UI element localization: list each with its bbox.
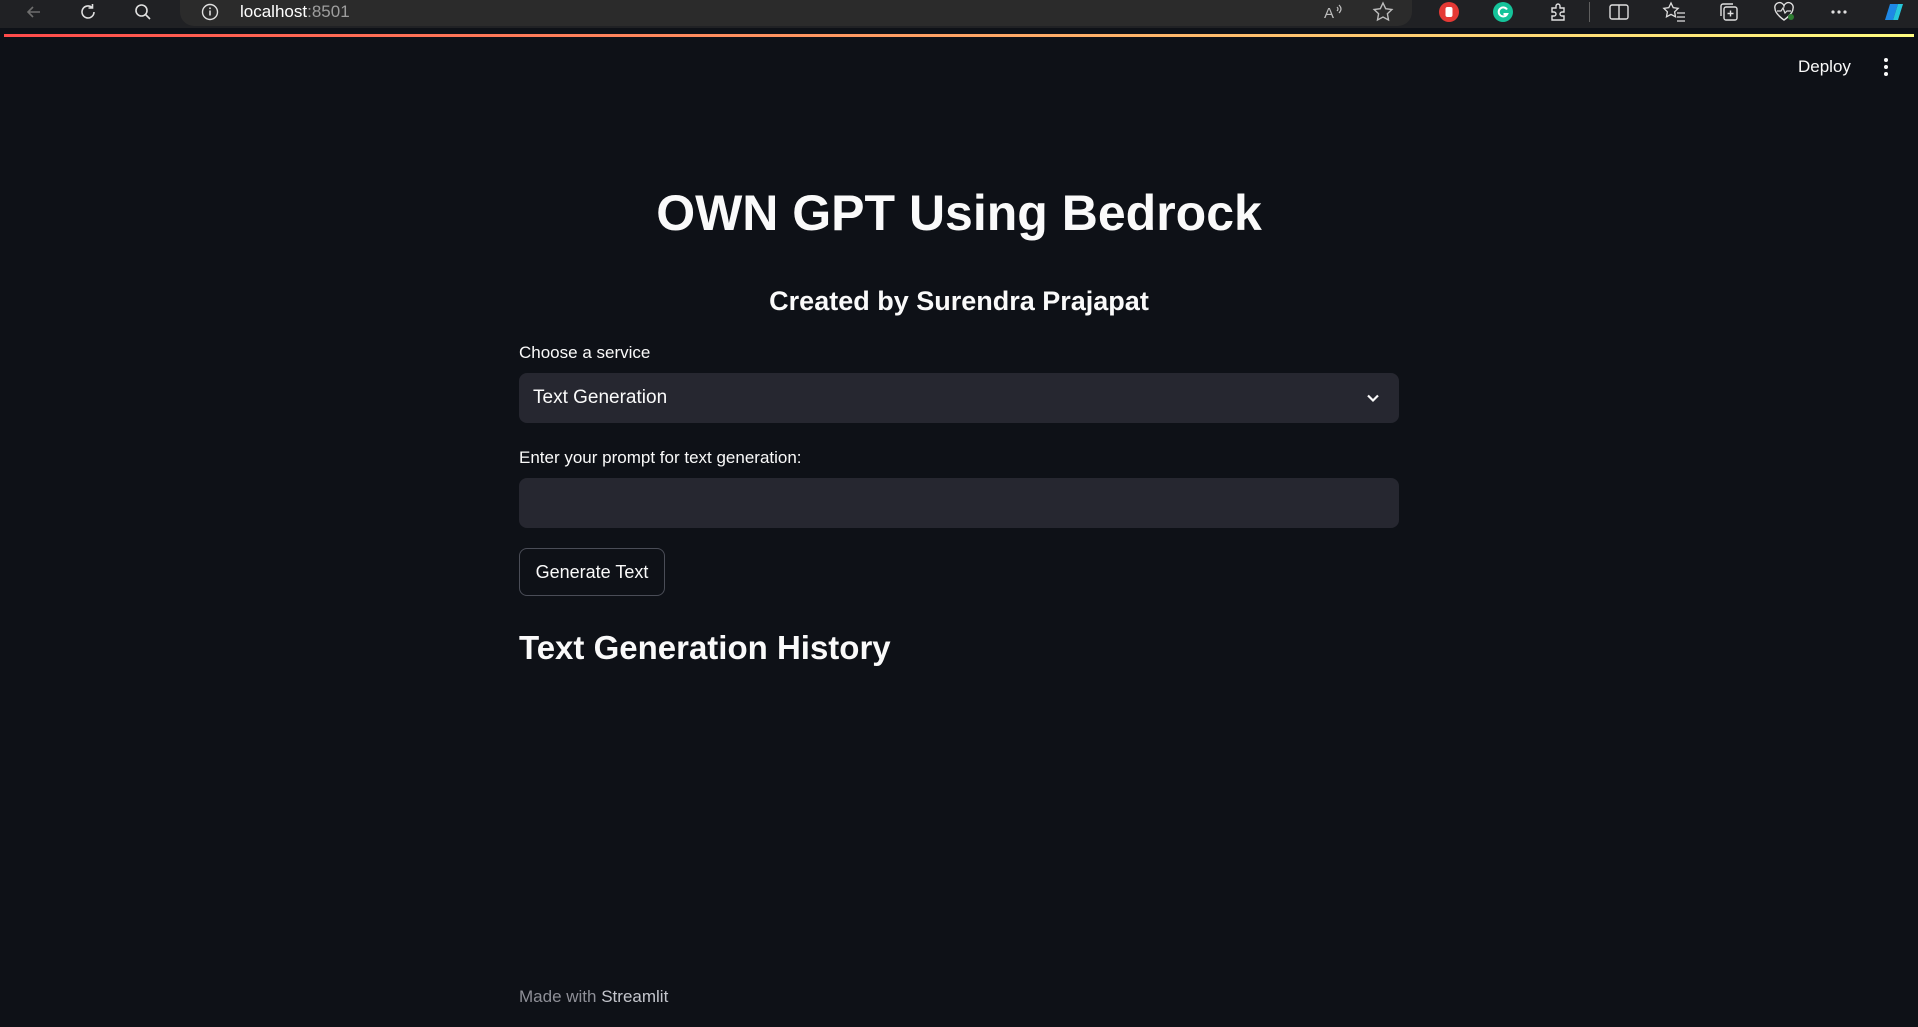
search-icon[interactable] <box>129 0 157 24</box>
service-select-label: Choose a service <box>519 343 651 362</box>
extensions-icon[interactable] <box>1543 0 1573 24</box>
toolbar-separator <box>1589 2 1590 22</box>
url-text[interactable]: localhost:8501 <box>240 2 350 22</box>
browser-essentials-icon[interactable] <box>1769 0 1799 24</box>
info-icon[interactable] <box>200 2 220 22</box>
read-aloud-icon[interactable]: A <box>1318 0 1348 24</box>
favorites-icon[interactable] <box>1659 0 1689 24</box>
prompt-input[interactable] <box>519 478 1399 528</box>
footer-made-with: Made with <box>519 987 597 1006</box>
refresh-icon[interactable] <box>74 0 102 24</box>
favorite-icon[interactable] <box>1368 0 1398 24</box>
collections-icon[interactable] <box>1714 0 1744 24</box>
footer: Made with Streamlit <box>519 986 668 1008</box>
main-menu-icon[interactable] <box>1874 52 1898 82</box>
service-select[interactable]: Text Generation <box>519 373 1399 423</box>
split-screen-icon[interactable] <box>1604 0 1634 24</box>
service-select-value: Text Generation <box>533 387 668 408</box>
copilot-icon[interactable] <box>1878 0 1908 24</box>
chevron-down-icon[interactable] <box>1363 373 1383 423</box>
stop-extension-icon[interactable] <box>1434 0 1464 24</box>
generate-text-button[interactable]: Generate Text <box>519 548 665 596</box>
url-host: localhost <box>240 2 308 21</box>
prompt-input-label: Enter your prompt for text generation: <box>519 448 802 467</box>
browser-toolbar: localhost:8501 A <box>0 0 1918 28</box>
address-bar[interactable]: localhost:8501 <box>180 0 1412 26</box>
svg-text:A: A <box>1324 5 1334 22</box>
history-heading: Text Generation History <box>519 629 891 666</box>
more-icon[interactable] <box>1824 0 1854 24</box>
footer-streamlit-link[interactable]: Streamlit <box>601 987 668 1006</box>
deploy-button[interactable]: Deploy <box>1790 52 1859 82</box>
url-port: :8501 <box>307 2 350 21</box>
header-decoration <box>4 34 1914 37</box>
page-title: OWN GPT Using Bedrock <box>656 185 1262 241</box>
grammarly-icon[interactable] <box>1488 0 1518 24</box>
page-subtitle: Created by Surendra Prajapat <box>769 286 1149 316</box>
back-icon[interactable] <box>20 0 48 24</box>
